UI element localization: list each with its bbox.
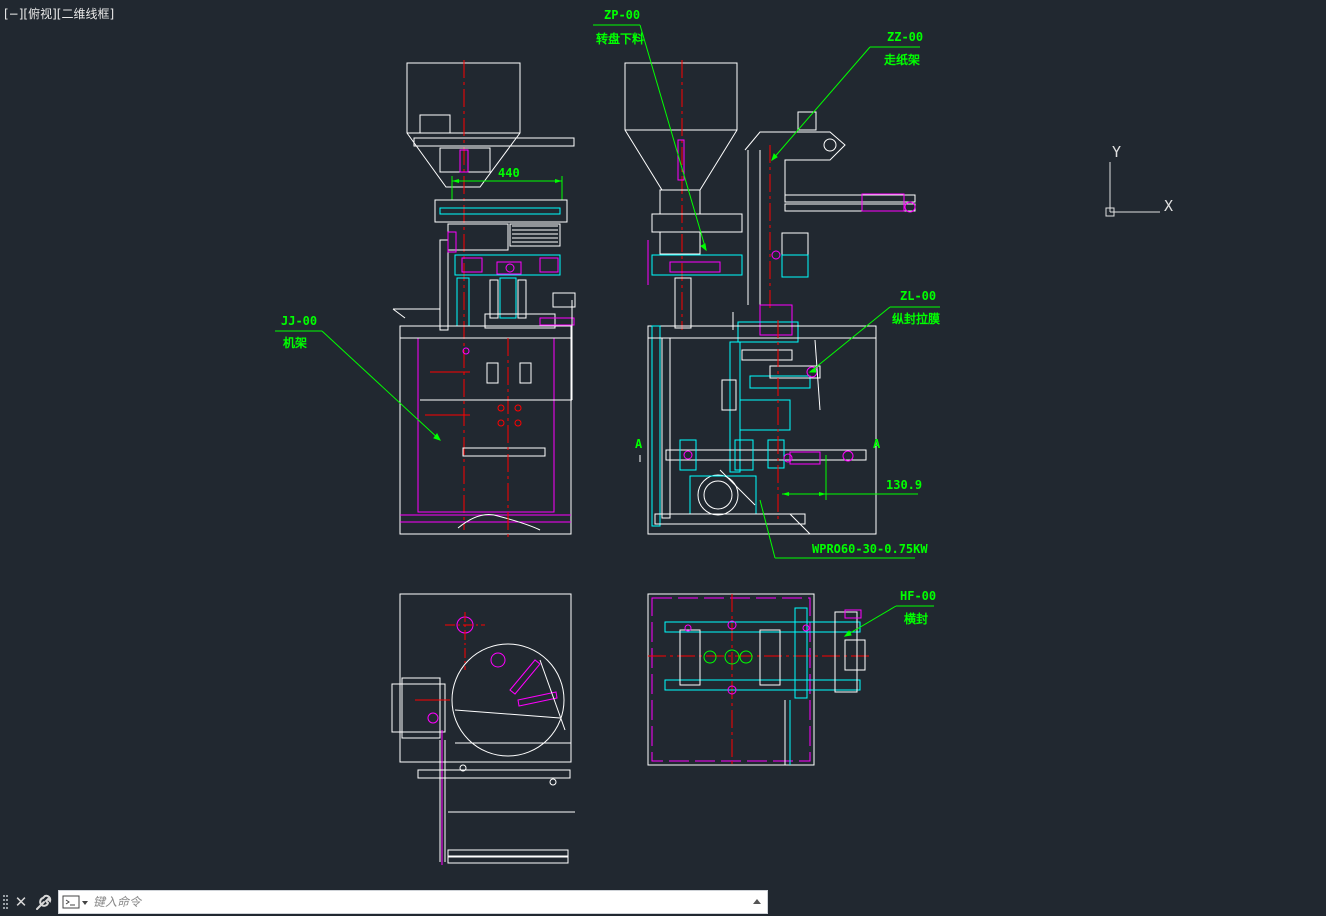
annotation-hf-code: HF-00 <box>900 589 936 603</box>
front-view <box>392 60 576 540</box>
annotation-zp-name: 转盘下料 <box>596 31 644 46</box>
drawing-viewport[interactable]: [−][俯视][二维线框] ZP-00 转盘下料 ZZ-00 走纸架 JJ-00… <box>0 0 1326 888</box>
command-input-box <box>58 890 768 914</box>
ucs-icon <box>1105 162 1160 217</box>
annotation-jj-code: JJ-00 <box>281 314 317 328</box>
section-marker-left: A <box>635 437 643 451</box>
cad-drawing: ZP-00 转盘下料 ZZ-00 走纸架 JJ-00 机架 ZL-00 纵封拉膜… <box>275 8 1173 865</box>
dimension-440: 440 <box>498 166 520 180</box>
top-view-left <box>391 593 575 865</box>
command-prompt-icon[interactable] <box>61 894 91 911</box>
annotation-motor: WPRO60-30-0.75KW <box>812 542 928 556</box>
annotation-zl-code: ZL-00 <box>900 289 936 303</box>
dimension-130-9: 130.9 <box>886 478 922 492</box>
section-marker-right: A <box>873 437 881 451</box>
wrench-icon[interactable] <box>33 892 55 912</box>
annotation-hf-name: 横封 <box>904 611 928 626</box>
annotation-jj-name: 机架 <box>283 335 307 350</box>
ucs-x-label: X <box>1164 197 1173 215</box>
ucs-y-label: Y <box>1112 143 1121 161</box>
close-icon[interactable]: ✕ <box>12 892 30 912</box>
command-line-bar: ✕ <box>0 888 1326 916</box>
chevron-up-icon[interactable] <box>750 895 764 909</box>
side-view <box>624 60 918 534</box>
annotation-zp-code: ZP-00 <box>604 8 640 22</box>
annotation-zz-name: 走纸架 <box>884 52 920 67</box>
annotation-zl-name: 纵封拉膜 <box>892 311 940 326</box>
annotation-zz-code: ZZ-00 <box>887 30 923 44</box>
drag-grip-icon[interactable] <box>3 895 9 911</box>
command-input[interactable] <box>93 893 723 911</box>
top-view-right <box>647 593 870 766</box>
